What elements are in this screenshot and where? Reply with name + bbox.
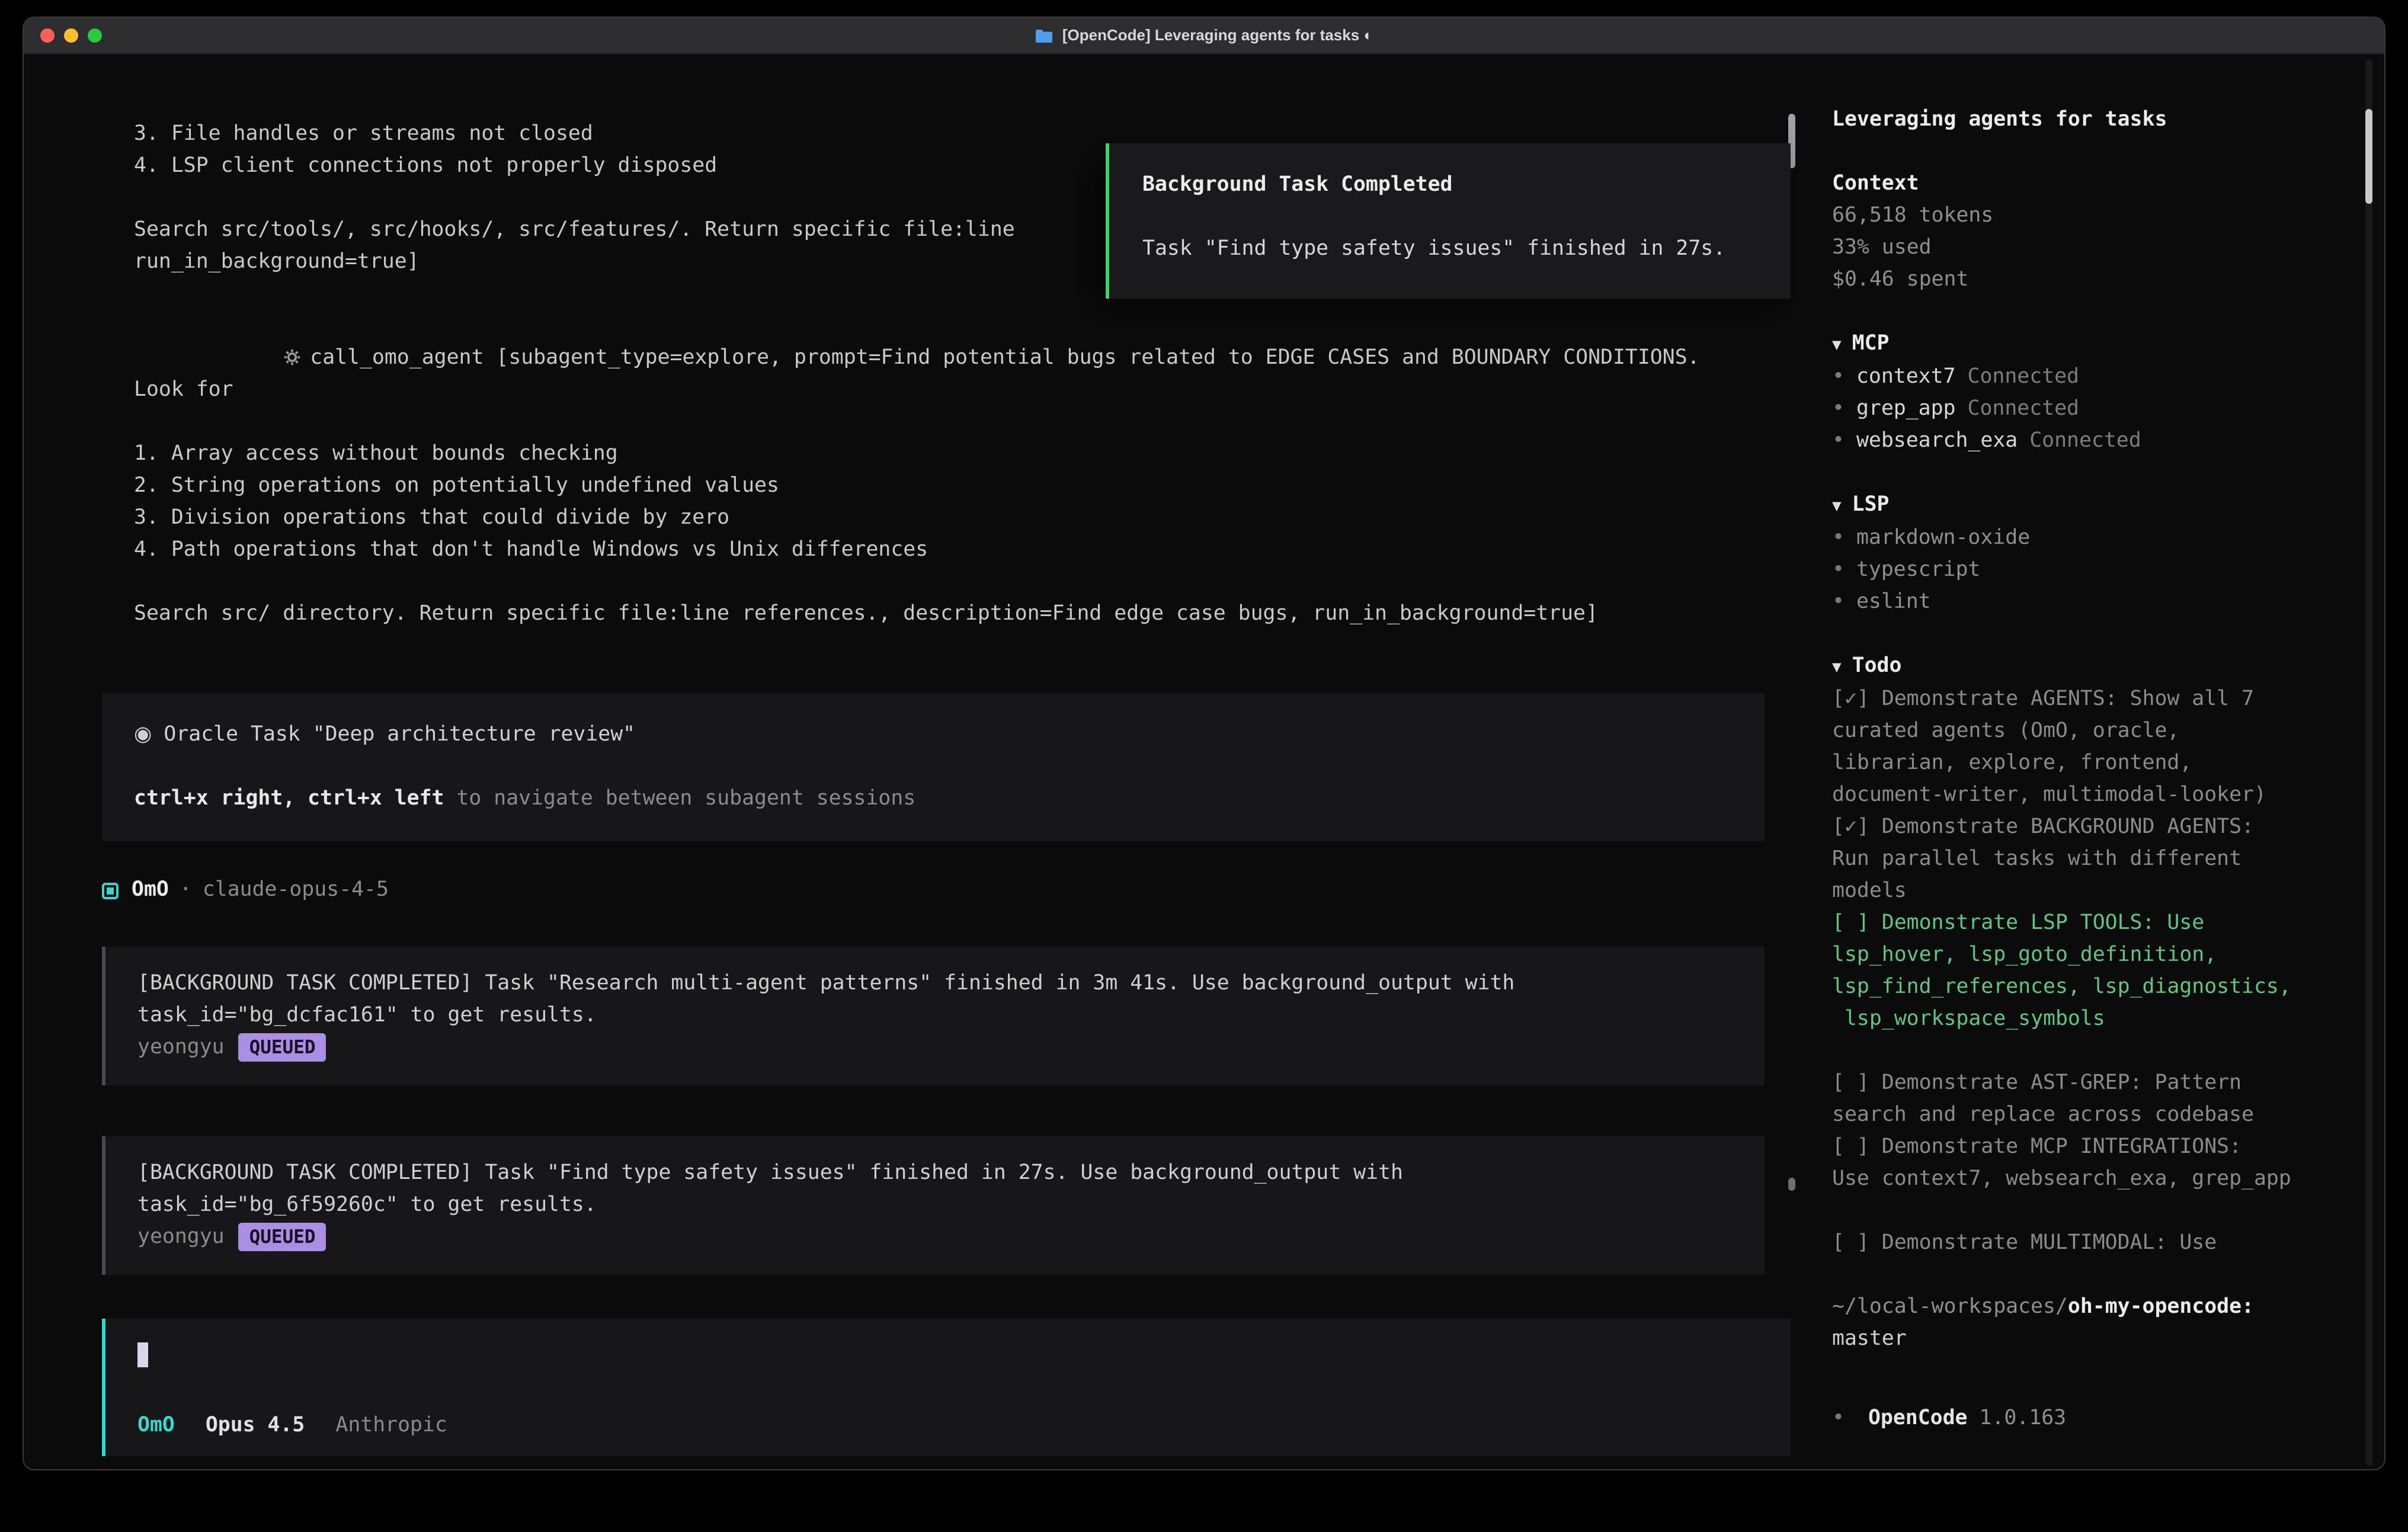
text-cursor xyxy=(137,1342,148,1367)
window-title-text: [OpenCode] Leveraging agents for tasks ◐ xyxy=(1062,18,1373,53)
app-version-footer: • OpenCode 1.0.163 xyxy=(1832,1403,2066,1435)
mcp-name: context7 xyxy=(1856,365,1956,389)
workspace-repo: oh-my-opencode: xyxy=(2068,1295,2254,1319)
todo-item: [✓] Demonstrate BACKGROUND AGENTS: Run p… xyxy=(1832,812,2356,908)
context-heading: Context xyxy=(1832,168,2356,200)
lsp-heading-label: LSP xyxy=(1852,493,1890,517)
oracle-hint-keys: ctrl+x right, ctrl+x left xyxy=(134,787,444,810)
titlebar[interactable]: [OpenCode] Leveraging agents for tasks ◐ xyxy=(24,18,2384,55)
task-message-text: [BACKGROUND TASK COMPLETED] Task "Resear… xyxy=(137,968,1733,1032)
mcp-status: Connected xyxy=(2029,429,2141,453)
lsp-name: eslint xyxy=(1856,590,1931,614)
input-provider-name: Anthropic xyxy=(335,1410,447,1442)
bullet-icon: • xyxy=(1832,397,1845,421)
gear-icon xyxy=(283,348,300,366)
input-model-name: Opus 4.5 xyxy=(206,1410,305,1442)
app-name: OpenCode xyxy=(1868,1406,1968,1430)
context-spent: $0.46 spent xyxy=(1832,264,2356,296)
terminal-window: [OpenCode] Leveraging agents for tasks ◐… xyxy=(23,17,2385,1470)
todo-heading[interactable]: ▼ Todo xyxy=(1832,650,2356,684)
lsp-item: • markdown-oxide xyxy=(1832,523,2356,555)
background-task-message: [BACKGROUND TASK COMPLETED] Task "Find t… xyxy=(102,1136,1765,1275)
mcp-heading-label: MCP xyxy=(1852,332,1890,355)
bullet-icon: • xyxy=(1832,590,1845,614)
mcp-item: • websearch_exa Connected xyxy=(1832,425,2356,457)
context-used: 33% used xyxy=(1832,232,2356,264)
tool-call-header: call_omo_agent [subagent_type=explore, p… xyxy=(134,346,1712,402)
close-button[interactable] xyxy=(40,28,55,43)
lsp-heading[interactable]: ▼ LSP xyxy=(1832,489,2356,523)
oracle-title: Oracle Task "Deep architecture review" xyxy=(164,723,635,746)
background-task-message: [BACKGROUND TASK COMPLETED] Task "Resear… xyxy=(102,947,1765,1085)
mcp-name: grep_app xyxy=(1856,397,1956,421)
agent-model: claude-opus-4-5 xyxy=(203,874,389,906)
workspace-branch: master xyxy=(1832,1323,2356,1355)
window-title: [OpenCode] Leveraging agents for tasks ◐ xyxy=(1035,18,1373,53)
bullet-icon: • xyxy=(1832,558,1845,582)
mcp-status: Connected xyxy=(1968,397,2079,421)
input-footer: OmO Opus 4.5 Anthropic xyxy=(137,1410,1759,1442)
queued-badge: QUEUED xyxy=(239,1223,326,1251)
workspace-info: ~/local-workspaces/oh-my-opencode: maste… xyxy=(1832,1291,2356,1355)
lsp-name: markdown-oxide xyxy=(1856,526,2030,550)
collapse-arrow-icon: ▼ xyxy=(1832,659,1842,677)
todo-heading-label: Todo xyxy=(1852,654,1902,678)
bullet-icon: • xyxy=(1832,365,1845,389)
tool-call-block: call_omo_agent [subagent_type=explore, p… xyxy=(134,310,1753,630)
collapse-arrow-icon: ▼ xyxy=(1832,336,1842,354)
session-title: Leveraging agents for tasks xyxy=(1832,104,2356,136)
context-section: Context 66,518 tokens 33% used $0.46 spe… xyxy=(1832,168,2356,296)
todo-item: [ ] Demonstrate LSP TOOLS: Use lsp_hover… xyxy=(1832,908,2356,1036)
todo-item: [ ] Demonstrate MCP INTEGRATIONS: Use co… xyxy=(1832,1132,2356,1196)
mcp-section: ▼ MCP • context7 Connected • grep_app Connect… xyxy=(1832,328,2356,457)
lsp-item: • typescript xyxy=(1832,555,2356,586)
screen: [OpenCode] Leveraging agents for tasks ◐… xyxy=(0,0,2408,1532)
todo-item: [✓] Demonstrate AGENTS: Show all 7 curat… xyxy=(1832,684,2356,812)
bullet-icon: • xyxy=(1832,429,1845,453)
notification-body: Task "Find type safety issues" finished … xyxy=(1142,233,1791,265)
oracle-icon: ◉ xyxy=(134,723,152,746)
sidebar: Leveraging agents for tasks Context 66,5… xyxy=(1800,55,2384,1470)
mcp-status: Connected xyxy=(1968,365,2079,389)
todo-item: [ ] Demonstrate MULTIMODAL: Use xyxy=(1832,1227,2356,1259)
task-message-text: [BACKGROUND TASK COMPLETED] Task "Find t… xyxy=(137,1158,1733,1222)
todo-section: ▼ Todo [✓] Demonstrate AGENTS: Show all 7… xyxy=(1832,650,2356,1259)
oracle-task-panel: ◉Oracle Task "Deep architecture review" … xyxy=(102,693,1765,841)
mcp-heading[interactable]: ▼ MCP xyxy=(1832,328,2356,361)
app-version: 1.0.163 xyxy=(1980,1406,2067,1430)
todo-item: [ ] Demonstrate AST-GREP: Pattern search… xyxy=(1832,1068,2356,1132)
main-scrollbar-thumb-secondary[interactable] xyxy=(1788,1178,1795,1191)
mcp-item: • context7 Connected xyxy=(1832,361,2356,393)
separator-dot: · xyxy=(180,874,192,906)
task-user: yeongyu xyxy=(137,1036,225,1059)
sidebar-scrollbar-track[interactable] xyxy=(2365,59,2372,1466)
oracle-hint-text: to navigate between subagent sessions xyxy=(444,787,916,810)
folder-icon xyxy=(1035,28,1054,43)
notification-title: Background Task Completed xyxy=(1142,169,1791,201)
prompt-input[interactable]: OmO Opus 4.5 Anthropic xyxy=(102,1319,1791,1456)
bullet-icon: • xyxy=(1832,1406,1845,1430)
terminal-main: 3. File handles or streams not closed 4.… xyxy=(24,55,1800,1470)
tool-call-body: 1. Array access without bounds checking … xyxy=(134,438,1753,630)
queued-badge: QUEUED xyxy=(239,1033,326,1062)
agent-icon xyxy=(102,882,119,899)
sidebar-scrollbar-thumb[interactable] xyxy=(2365,109,2372,204)
context-tokens: 66,518 tokens xyxy=(1832,200,2356,232)
collapse-arrow-icon: ▼ xyxy=(1832,498,1842,515)
lsp-section: ▼ LSP • markdown-oxide • typescript • eslint xyxy=(1832,489,2356,618)
lsp-item: • eslint xyxy=(1832,586,2356,618)
mcp-name: websearch_exa xyxy=(1856,429,2018,453)
lsp-name: typescript xyxy=(1856,558,1980,582)
notification-toast: Background Task Completed Task "Find typ… xyxy=(1106,143,1791,299)
workspace-path: ~/local-workspaces/ xyxy=(1832,1295,2068,1319)
minimize-button[interactable] xyxy=(64,28,78,43)
traffic-lights xyxy=(40,18,102,53)
agent-name: OmO xyxy=(132,874,169,906)
bullet-icon: • xyxy=(1832,526,1845,550)
mcp-item: • grep_app Connected xyxy=(1832,393,2356,425)
agent-header: OmO · claude-opus-4-5 xyxy=(102,874,1765,906)
task-user: yeongyu xyxy=(137,1225,225,1249)
zoom-button[interactable] xyxy=(88,28,102,43)
input-agent-name: OmO xyxy=(137,1410,175,1442)
